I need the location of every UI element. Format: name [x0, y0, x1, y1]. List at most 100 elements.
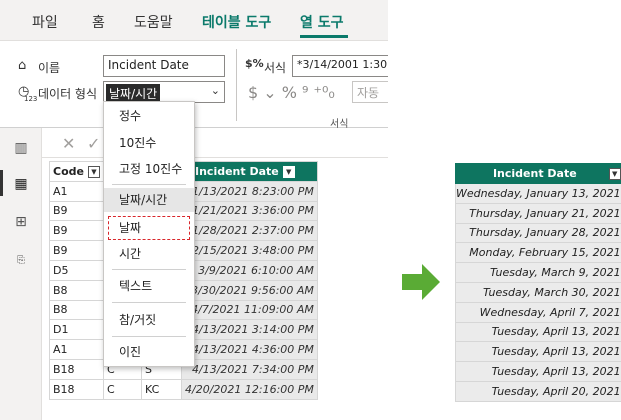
option-binary[interactable]: 이진: [104, 340, 194, 364]
result-cell[interactable]: Tuesday, April 20, 2021: [455, 380, 621, 402]
decimal-places-input[interactable]: 자동: [352, 81, 388, 103]
result-row: Wednesday, January 13, 2021: [455, 183, 621, 204]
data-view-icon[interactable]: ▦: [11, 174, 31, 194]
result-row: Tuesday, April 13, 2021: [455, 361, 621, 382]
column-name-input[interactable]: Incident Date: [103, 55, 225, 77]
table-cell-date[interactable]: 1/28/2021 2:37:00 PM: [181, 220, 318, 242]
result-cell[interactable]: Thursday, January 28, 2021: [455, 222, 621, 244]
table-cell-date[interactable]: 4/13/2021 3:14:00 PM: [181, 319, 318, 341]
table-cell-code[interactable]: B8: [49, 299, 104, 321]
table-cell-code[interactable]: B18: [49, 378, 104, 400]
table-cell-code[interactable]: B9: [49, 220, 104, 242]
view-switcher: ▥ ▦ ⊞ ⎘: [0, 128, 42, 420]
option-text[interactable]: 텍스트: [104, 274, 194, 298]
result-cell[interactable]: Wednesday, April 7, 2021: [455, 301, 621, 323]
table-cell-c[interactable]: C: [103, 378, 142, 400]
result-row: Thursday, January 28, 2021: [455, 222, 621, 244]
result-cell[interactable]: Tuesday, April 13, 2021: [455, 321, 621, 343]
table-cell-code[interactable]: B9: [49, 200, 104, 222]
dropdown-separator: [112, 302, 186, 303]
table-cell-date[interactable]: 3/30/2021 9:56:00 AM: [181, 279, 318, 301]
table-cell-date[interactable]: 2/15/2021 3:48:00 PM: [181, 240, 318, 261]
active-tab-indicator: [300, 35, 348, 38]
table-cell-code[interactable]: B8: [49, 279, 104, 301]
option-date[interactable]: 날짜: [108, 216, 190, 240]
chevron-down-icon: ⌄: [210, 84, 220, 97]
datatype-label: 데이터 형식: [38, 87, 98, 101]
table-cell-date[interactable]: 1/13/2021 8:23:00 PM: [181, 180, 318, 202]
datatype-select[interactable]: 날짜/시간 ⌄: [103, 81, 225, 103]
currency-format-icons[interactable]: $ ⌄ % ⁹ ⁺⁰₀: [248, 83, 335, 102]
result-row: Tuesday, April 20, 2021: [455, 380, 621, 402]
table-cell-date[interactable]: 4/13/2021 7:34:00 PM: [181, 358, 318, 380]
column-header-code[interactable]: Code ▼: [49, 161, 104, 182]
ribbon-divider: [236, 49, 237, 121]
column-header-incident-date[interactable]: Incident Date ▼: [181, 161, 318, 182]
table-cell-code[interactable]: D1: [49, 319, 104, 341]
tab-file[interactable]: 파일: [32, 12, 58, 32]
filter-dropdown-icon[interactable]: ▼: [282, 165, 295, 178]
tab-column-tools[interactable]: 열 도구: [300, 12, 344, 32]
datatype-123-icon: 123: [24, 95, 38, 103]
result-cell[interactable]: Wednesday, January 13, 2021: [455, 183, 621, 204]
option-date-time[interactable]: 날짜/시간: [104, 188, 194, 212]
table-cell-date[interactable]: 4/13/2021 4:36:00 PM: [181, 339, 318, 360]
option-true-false[interactable]: 참/거짓: [104, 308, 194, 332]
arrow-right-icon: [402, 264, 440, 300]
tab-home[interactable]: 홈: [92, 12, 105, 32]
tab-help[interactable]: 도움말: [134, 12, 173, 32]
result-cell[interactable]: Tuesday, March 9, 2021: [455, 262, 621, 283]
result-cell[interactable]: Tuesday, April 13, 2021: [455, 341, 621, 363]
active-view-indicator: [0, 170, 3, 196]
table-cell-code[interactable]: B18: [49, 358, 104, 380]
result-table: Incident Date ▼ Wednesday, January 13, 20…: [455, 163, 621, 402]
result-cell[interactable]: Monday, February 15, 2021: [455, 242, 621, 264]
option-time[interactable]: 시간: [104, 242, 194, 266]
result-row: Tuesday, March 30, 2021: [455, 281, 621, 303]
result-row: Thursday, January 21, 2021: [455, 202, 621, 224]
name-label: 이름: [38, 61, 61, 75]
result-row: Monday, February 15, 2021: [455, 242, 621, 264]
dropdown-separator: [112, 184, 186, 185]
result-cell[interactable]: Thursday, January 21, 2021: [455, 202, 621, 224]
result-row: Tuesday, April 13, 2021: [455, 321, 621, 343]
filter-dropdown-icon[interactable]: ▼: [87, 165, 100, 178]
cancel-icon[interactable]: ✕: [62, 134, 75, 153]
data-view: ✕ ✓ Code▼ s▼ Incident Date▼ A11/13/2021 …: [42, 128, 388, 420]
table-cell-code[interactable]: A1: [49, 339, 104, 360]
formula-bar: ✕ ✓: [42, 128, 388, 158]
result-row: Tuesday, March 9, 2021: [455, 262, 621, 283]
format-label: 서식: [264, 61, 287, 75]
datatype-dropdown-list: 정수 10진수 고정 10진수 날짜/시간 날짜 시간 텍스트 참/거짓 이진: [103, 101, 195, 367]
dropdown-separator: [112, 269, 186, 270]
dax-query-icon[interactable]: ⎘: [11, 250, 31, 270]
format-icon: $%: [245, 57, 264, 70]
ribbon-tab-bar: 파일 홈 도움말 테이블 도구 열 도구: [0, 0, 388, 40]
format-input[interactable]: *3/14/2001 1:30:55: [292, 55, 388, 77]
result-cell[interactable]: Tuesday, March 30, 2021: [455, 281, 621, 303]
result-cell[interactable]: Tuesday, April 13, 2021: [455, 361, 621, 382]
option-decimal[interactable]: 10진수: [104, 131, 194, 155]
result-row: Tuesday, April 13, 2021: [455, 341, 621, 363]
table-cell-code[interactable]: A1: [49, 180, 104, 202]
model-view-icon[interactable]: ⊞: [11, 212, 31, 232]
table-cell-date[interactable]: 3/9/2021 6:10:00 AM: [181, 259, 318, 281]
table-cell-code[interactable]: D5: [49, 259, 104, 281]
table-row: B18 C KC 4/20/2021 12:16:00 PM: [49, 378, 318, 400]
table-cell-date[interactable]: 4/20/2021 12:16:00 PM: [181, 378, 318, 400]
result-column-header[interactable]: Incident Date ▼: [455, 163, 621, 184]
commit-icon[interactable]: ✓: [87, 134, 100, 153]
option-fixed-decimal[interactable]: 고정 10진수: [104, 157, 194, 181]
app-window: 파일 홈 도움말 테이블 도구 열 도구 ⌂ 이름 Incident Date …: [0, 0, 388, 420]
option-whole-number[interactable]: 정수: [104, 104, 194, 128]
table-cell-date[interactable]: 1/21/2021 3:36:00 PM: [181, 200, 318, 222]
table-cell-code[interactable]: B9: [49, 240, 104, 261]
tag-icon: ⌂: [18, 58, 27, 73]
tab-table-tools[interactable]: 테이블 도구: [202, 12, 271, 32]
filter-dropdown-icon[interactable]: ▼: [608, 168, 621, 180]
table-cell-date[interactable]: 4/7/2021 11:09:00 AM: [181, 299, 318, 321]
result-row: Wednesday, April 7, 2021: [455, 301, 621, 323]
table-cell-s[interactable]: KC: [141, 378, 182, 400]
dropdown-separator: [112, 336, 186, 337]
report-view-icon[interactable]: ▥: [11, 138, 31, 158]
